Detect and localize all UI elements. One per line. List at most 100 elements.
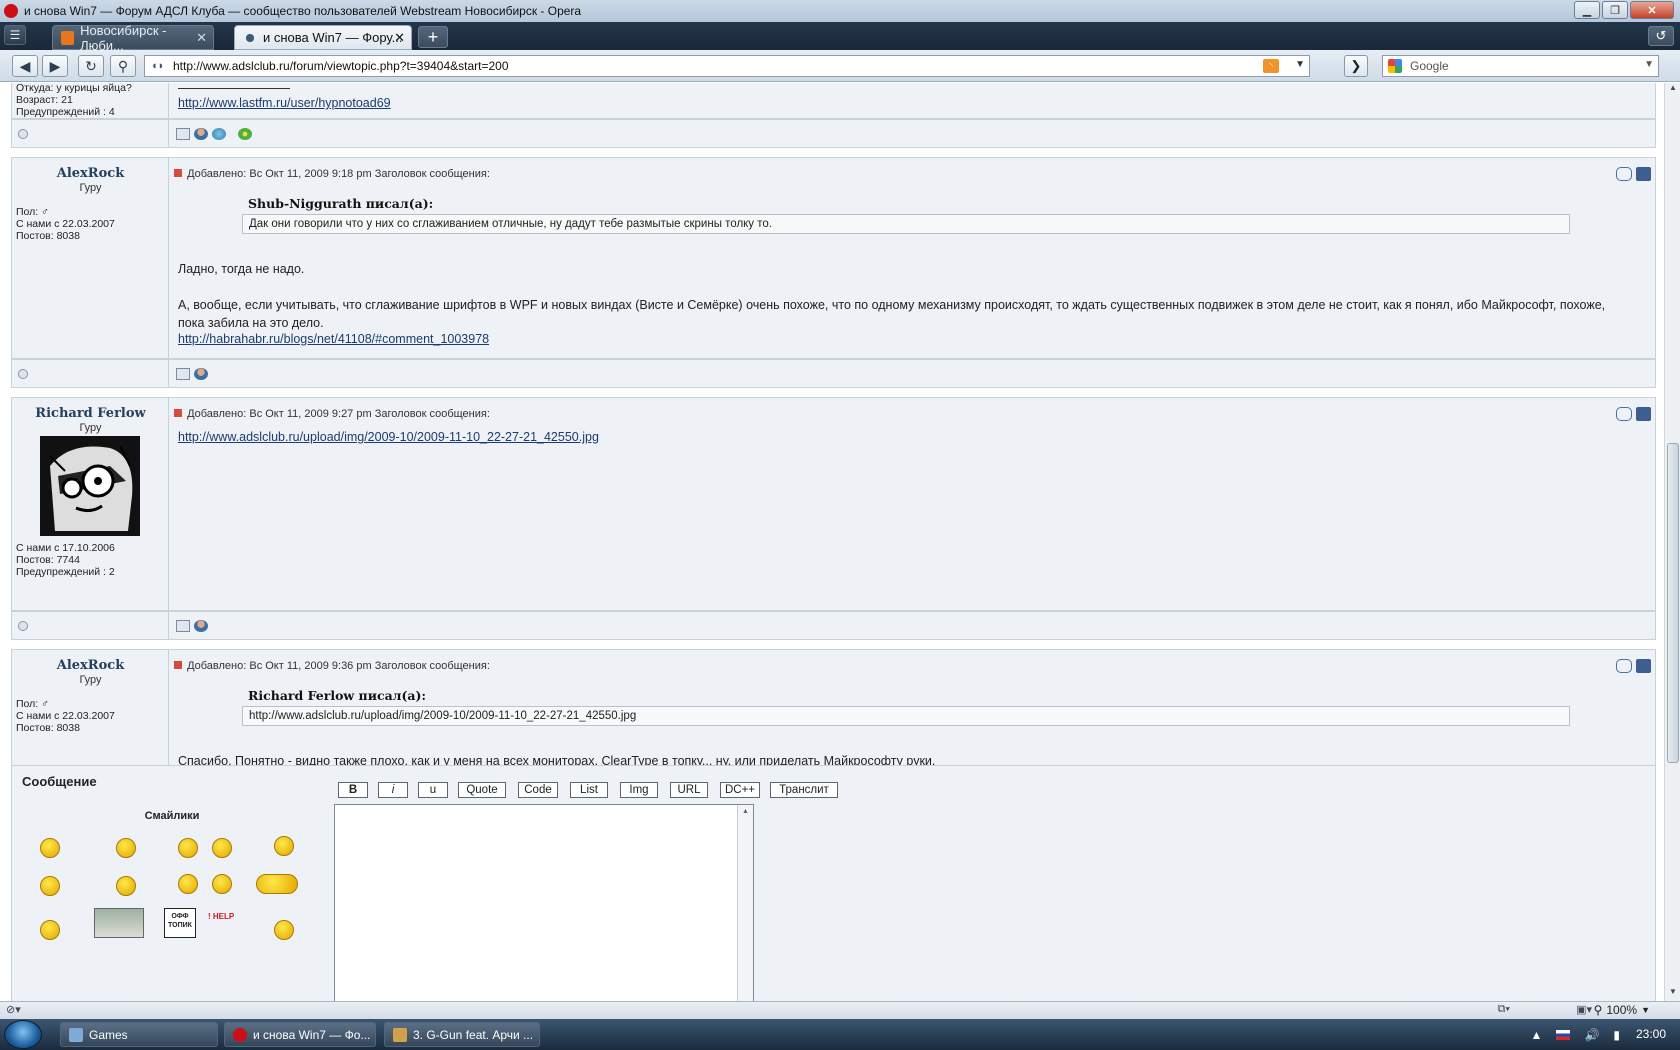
back-to-top-icon[interactable] bbox=[18, 129, 28, 139]
chevron-down-icon[interactable]: ▼ bbox=[1641, 1005, 1650, 1015]
closed-tabs-icon[interactable]: ↺ bbox=[1648, 26, 1674, 46]
profile-icon[interactable] bbox=[176, 128, 190, 140]
back-to-top-icon[interactable] bbox=[18, 369, 28, 379]
address-field[interactable]: ◖◗ http://www.adslclub.ru/forum/viewtopi… bbox=[144, 55, 1310, 77]
user-warnings: Предупреждений : 2 bbox=[16, 566, 115, 578]
italic-button[interactable]: i bbox=[378, 782, 408, 798]
reload-button[interactable]: ↻ bbox=[78, 55, 104, 77]
start-button[interactable] bbox=[4, 1020, 42, 1049]
minimize-button[interactable]: ▁ bbox=[1574, 1, 1600, 19]
new-tab-button[interactable]: + bbox=[418, 26, 448, 48]
back-button[interactable]: ◀ bbox=[12, 55, 38, 77]
computer-smiley-icon[interactable] bbox=[94, 908, 144, 938]
smiley-icon[interactable] bbox=[274, 836, 294, 856]
back-to-top-icon[interactable] bbox=[18, 621, 28, 631]
signature-link[interactable]: http://www.lastfm.ru/user/hypnotoad69 bbox=[178, 96, 391, 110]
taskbar-item-player[interactable]: 3. G-Gun feat. Арчи ... bbox=[384, 1022, 540, 1047]
smiley-icon[interactable] bbox=[40, 920, 60, 940]
post-alexrock-1: AlexRock Гуру Пол: ♂ С нами с 22.03.2007… bbox=[11, 157, 1656, 359]
private-message-icon[interactable] bbox=[194, 368, 208, 380]
network-icon[interactable]: ▮ bbox=[1613, 1028, 1620, 1042]
textarea-scrollbar[interactable]: ▲ bbox=[737, 805, 753, 1001]
tray-expand-icon[interactable]: ▲ bbox=[1531, 1028, 1543, 1042]
rss-feed-icon[interactable]: ◝ bbox=[1263, 59, 1279, 73]
scrollbar-thumb[interactable] bbox=[1667, 443, 1679, 763]
close-button[interactable]: ✕ bbox=[1630, 1, 1674, 19]
smiley-icon[interactable] bbox=[178, 874, 198, 894]
post-author[interactable]: Richard Ferlow bbox=[12, 406, 169, 421]
clock[interactable]: 23:00 bbox=[1636, 1027, 1666, 1041]
smiley-icon[interactable] bbox=[116, 838, 136, 858]
scroll-up-icon[interactable]: ▲ bbox=[738, 808, 753, 815]
post-marker-icon[interactable] bbox=[174, 169, 182, 177]
code-button[interactable]: Code bbox=[518, 782, 558, 798]
smilies-title: Смайлики bbox=[144, 810, 200, 822]
volume-icon[interactable]: 🔊 bbox=[1584, 1028, 1599, 1042]
post-author[interactable]: AlexRock bbox=[12, 658, 169, 673]
help-sign-icon[interactable]: ! HELP bbox=[208, 912, 234, 921]
chevron-down-icon[interactable]: ▼ bbox=[1295, 59, 1305, 70]
post-marker-icon[interactable] bbox=[174, 409, 182, 417]
edit-icon[interactable] bbox=[1636, 659, 1651, 673]
icq-icon[interactable] bbox=[238, 128, 252, 140]
tab-label: и снова Win7 — Фору... bbox=[263, 30, 403, 45]
private-message-icon[interactable] bbox=[194, 620, 208, 632]
underline-button[interactable]: u bbox=[418, 782, 448, 798]
website-icon[interactable] bbox=[212, 128, 226, 140]
smiley-icon[interactable] bbox=[212, 838, 232, 858]
taskbar-item-games[interactable]: Games bbox=[60, 1022, 218, 1047]
smiley-icon[interactable] bbox=[40, 876, 60, 896]
tab-close-icon[interactable]: ✕ bbox=[196, 30, 207, 46]
img-button[interactable]: Img bbox=[620, 782, 658, 798]
language-flag-icon[interactable] bbox=[1556, 1029, 1571, 1040]
edit-icon[interactable] bbox=[1636, 407, 1651, 421]
smiley-icon[interactable] bbox=[116, 876, 136, 896]
forward-button[interactable]: ▶ bbox=[42, 55, 68, 77]
smiley-icon[interactable] bbox=[40, 838, 60, 858]
wand-icon[interactable]: ⚲ bbox=[110, 55, 136, 77]
maximize-button[interactable]: ❐ bbox=[1602, 1, 1628, 19]
post-author[interactable]: AlexRock bbox=[12, 166, 169, 181]
quote-icon[interactable] bbox=[1616, 407, 1632, 421]
zoom-control[interactable]: ⚲ 100% ▼ bbox=[1594, 1003, 1650, 1017]
smiley-icon[interactable] bbox=[212, 874, 232, 894]
quote-icon[interactable] bbox=[1616, 167, 1632, 181]
private-message-icon[interactable] bbox=[194, 128, 208, 140]
post-marker-icon[interactable] bbox=[174, 661, 182, 669]
search-input[interactable]: Google ▼ bbox=[1382, 55, 1659, 77]
user-post-count: Постов: 8038 bbox=[16, 722, 80, 734]
chevron-down-icon[interactable]: ▼ bbox=[1644, 59, 1654, 70]
avatar-image bbox=[40, 436, 140, 536]
translit-button[interactable]: Транслит bbox=[770, 782, 838, 798]
profile-icon[interactable] bbox=[176, 368, 190, 380]
list-button[interactable]: List bbox=[570, 782, 608, 798]
taskbar-item-opera[interactable]: и снова Win7 — Фо... bbox=[224, 1022, 376, 1047]
post-link[interactable]: http://www.adslclub.ru/upload/img/2009-1… bbox=[178, 430, 599, 444]
opera-menu-button[interactable]: ☰ bbox=[4, 25, 26, 45]
smiley-icon[interactable] bbox=[178, 838, 198, 858]
bold-button[interactable]: B bbox=[338, 782, 368, 798]
turbo-icon[interactable]: ⊘▾ bbox=[6, 1003, 21, 1016]
go-button[interactable]: ❯ bbox=[1344, 55, 1368, 77]
dcpp-button[interactable]: DC++ bbox=[720, 782, 760, 798]
quote-button[interactable]: Quote bbox=[458, 782, 506, 798]
off-topic-sign-icon[interactable]: ОФФ ТОПИК bbox=[164, 908, 196, 938]
smiley-icon[interactable] bbox=[274, 920, 294, 940]
tab-close-icon[interactable]: ✕ bbox=[394, 30, 405, 46]
scroll-down-icon[interactable]: ▼ bbox=[1665, 987, 1680, 1001]
panel-toggle-icon[interactable]: ⧉▾ bbox=[1498, 1003, 1510, 1016]
profile-icon[interactable] bbox=[176, 620, 190, 632]
tab-win7-forum[interactable]: и снова Win7 — Фору... ✕ bbox=[234, 25, 412, 50]
image-toggle-icon[interactable]: ▣▾ bbox=[1576, 1003, 1592, 1016]
post-link[interactable]: http://habrahabr.ru/blogs/net/41108/#com… bbox=[178, 332, 489, 346]
user-location: Откуда: у курицы яйца? bbox=[16, 83, 132, 94]
page-scrollbar[interactable]: ▲ ▼ bbox=[1664, 83, 1680, 1001]
accordion-smiley-icon[interactable] bbox=[256, 874, 298, 894]
edit-icon[interactable] bbox=[1636, 167, 1651, 181]
tab-novosibirsk[interactable]: Новосибирск - Люби... ✕ bbox=[52, 23, 214, 53]
url-button[interactable]: URL bbox=[670, 782, 708, 798]
user-warnings: Предупреждений : 4 bbox=[16, 106, 115, 118]
scroll-up-icon[interactable]: ▲ bbox=[1665, 83, 1680, 97]
message-textarea[interactable]: ▲ bbox=[334, 804, 754, 1001]
quote-icon[interactable] bbox=[1616, 659, 1632, 673]
